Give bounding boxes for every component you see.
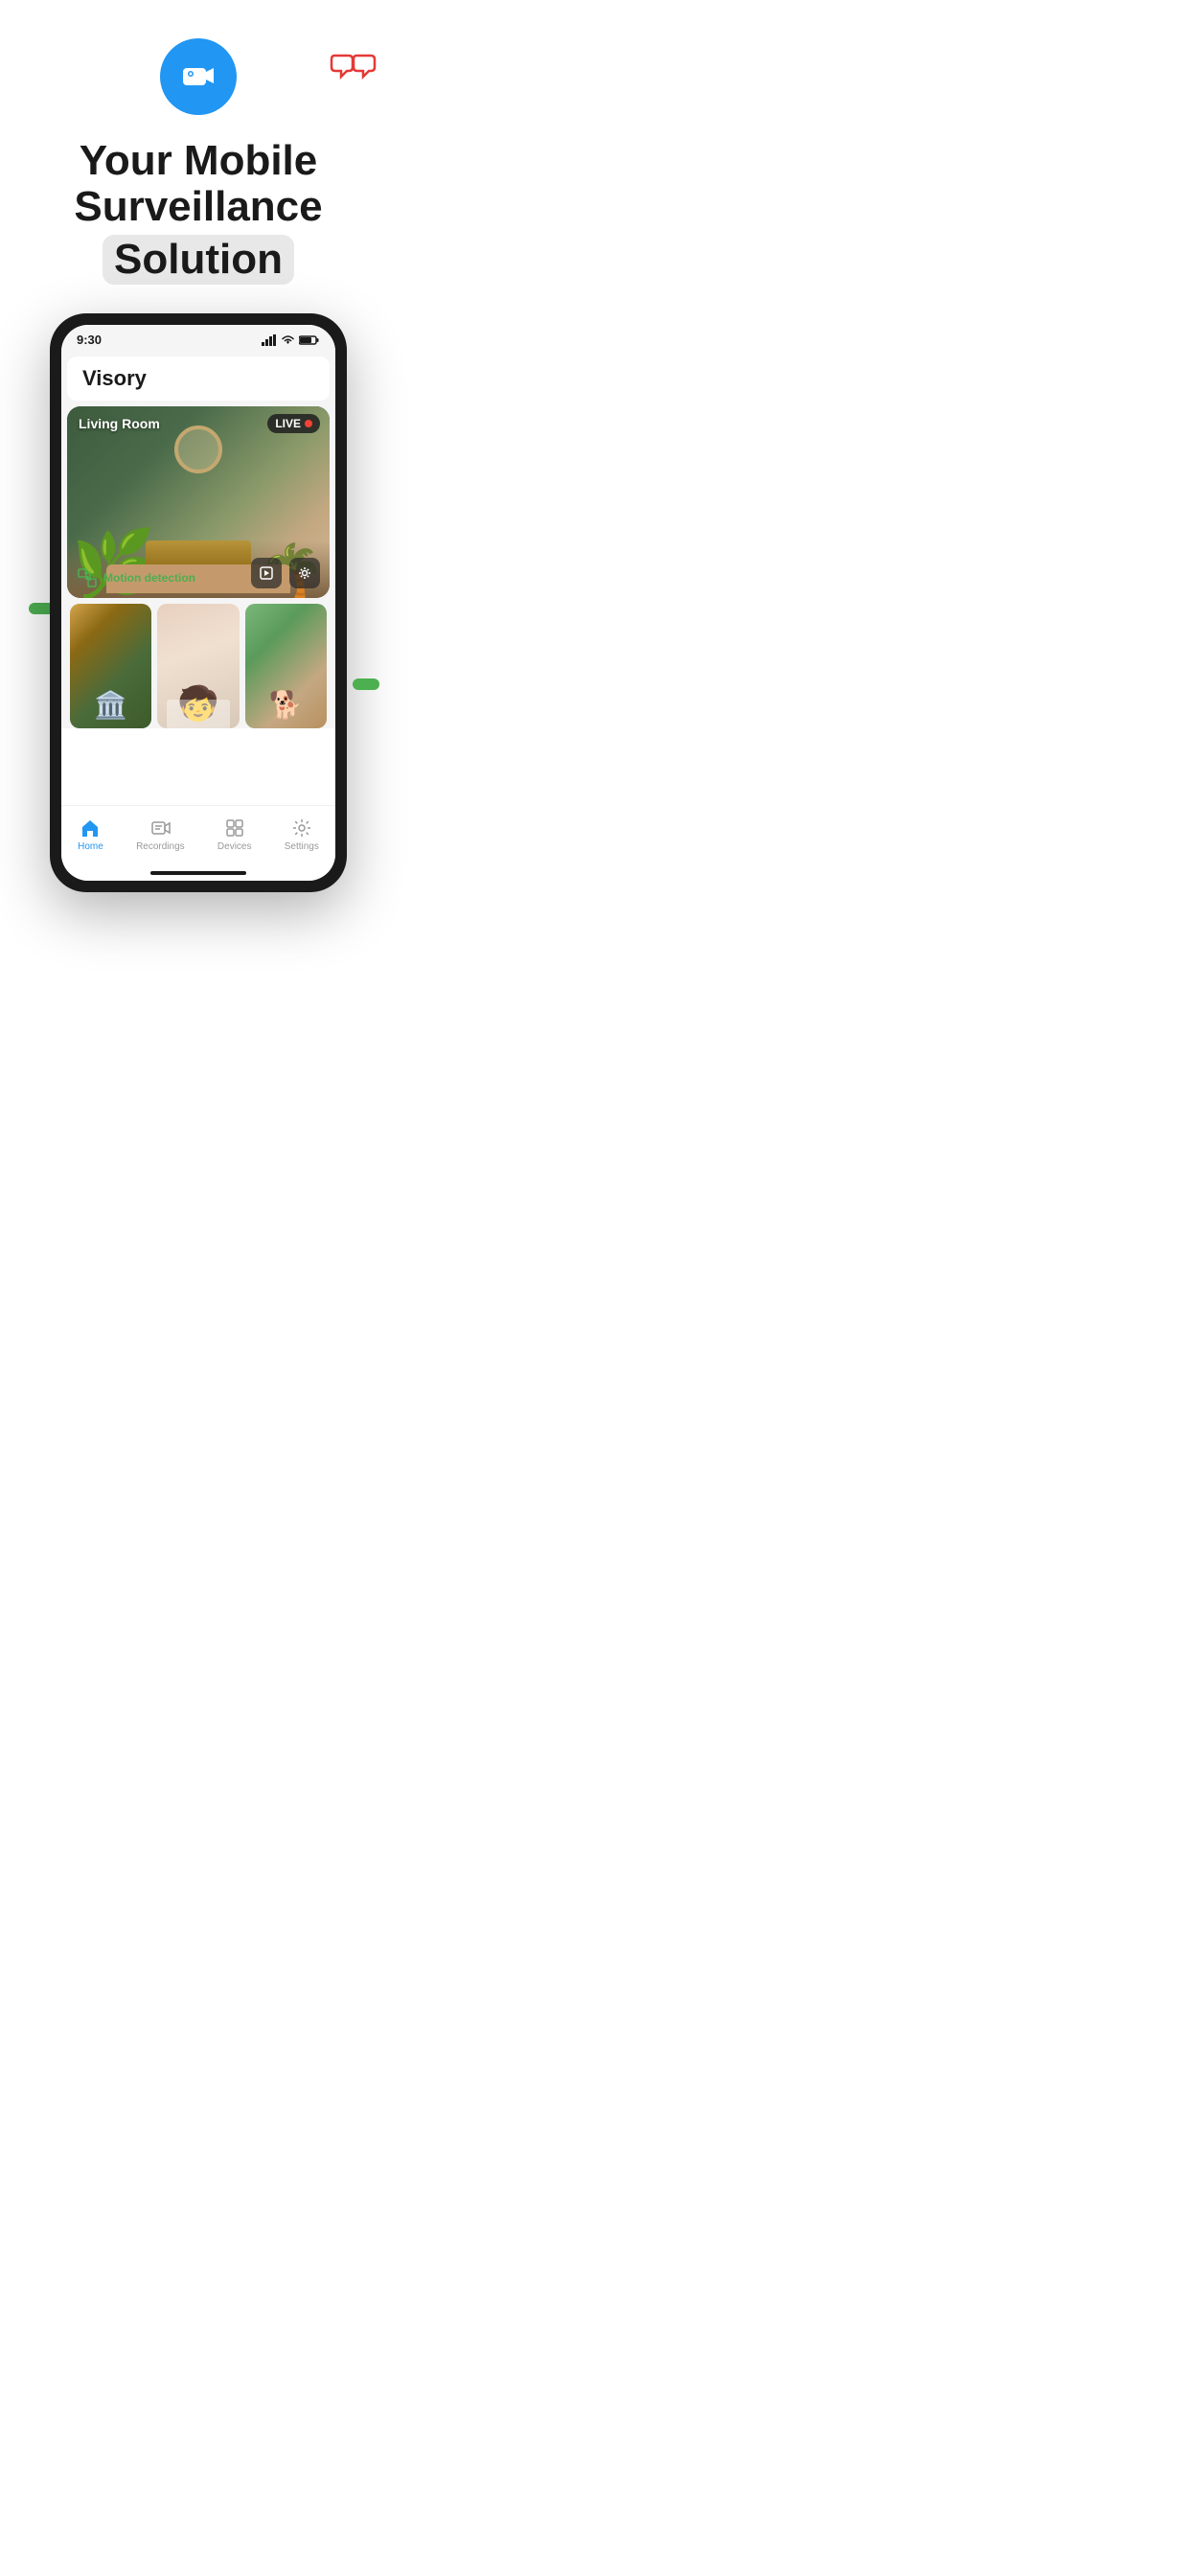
motion-label: Motion detection (103, 571, 195, 585)
live-text: LIVE (275, 417, 301, 430)
thumb-child[interactable]: 🧒 (157, 604, 239, 728)
playback-btn[interactable] (251, 558, 282, 588)
headline-line3: Solution (103, 235, 294, 285)
tab-settings-label: Settings (285, 841, 319, 852)
status-time: 9:30 (77, 333, 102, 347)
app-icon (160, 38, 237, 115)
tab-devices-label: Devices (217, 841, 252, 852)
green-pill-right (353, 678, 379, 690)
tab-settings[interactable]: Settings (273, 814, 331, 856)
phone-bottom (61, 728, 335, 805)
wifi-icon (281, 334, 295, 346)
thumbnail-row: 🏛️ 🧒 🐕 (67, 604, 330, 728)
motion-icon (77, 567, 98, 588)
tab-bar: Home Recordings (61, 805, 335, 867)
tab-devices[interactable]: Devices (206, 814, 263, 856)
settings-btn[interactable] (289, 558, 320, 588)
status-bar: 9:30 (61, 325, 335, 351)
live-dot (305, 420, 312, 427)
motion-detection-bar: Motion detection (77, 567, 195, 588)
phone-inner: 9:30 (61, 325, 335, 881)
signal-icon (262, 334, 277, 346)
tab-home[interactable]: Home (66, 814, 115, 856)
thumb-courtyard[interactable]: 🏛️ (70, 604, 151, 728)
home-icon (80, 817, 101, 839)
battery-icon (299, 334, 320, 346)
phone-mockup-wrapper: 9:30 (0, 313, 397, 892)
tab-home-label: Home (78, 841, 103, 852)
headline: Your Mobile Surveillance Solution (55, 123, 341, 285)
tab-recordings-label: Recordings (136, 841, 185, 852)
app-header: Visory (67, 356, 330, 401)
camera-controls (251, 558, 320, 588)
recordings-icon (149, 817, 171, 839)
tab-recordings[interactable]: Recordings (125, 814, 196, 856)
thumb-pet[interactable]: 🐕 (245, 604, 327, 728)
devices-icon (224, 817, 245, 839)
quotes-decoration (330, 48, 378, 81)
settings-icon (291, 817, 312, 839)
live-badge: LIVE (267, 414, 320, 433)
phone-outer: 9:30 (50, 313, 347, 892)
status-icons (262, 334, 320, 346)
home-indicator (61, 867, 335, 881)
camera-room-label: Living Room (79, 416, 160, 431)
header-area: Your Mobile Surveillance Solution (0, 0, 397, 285)
home-bar (150, 871, 246, 875)
camera-feed[interactable]: 🌿 🌴 Living Room LIVE (67, 406, 330, 598)
app-title: Visory (82, 366, 147, 390)
headline-line1: Your Mobile (80, 137, 318, 184)
headline-line2: Surveillance (74, 183, 322, 230)
